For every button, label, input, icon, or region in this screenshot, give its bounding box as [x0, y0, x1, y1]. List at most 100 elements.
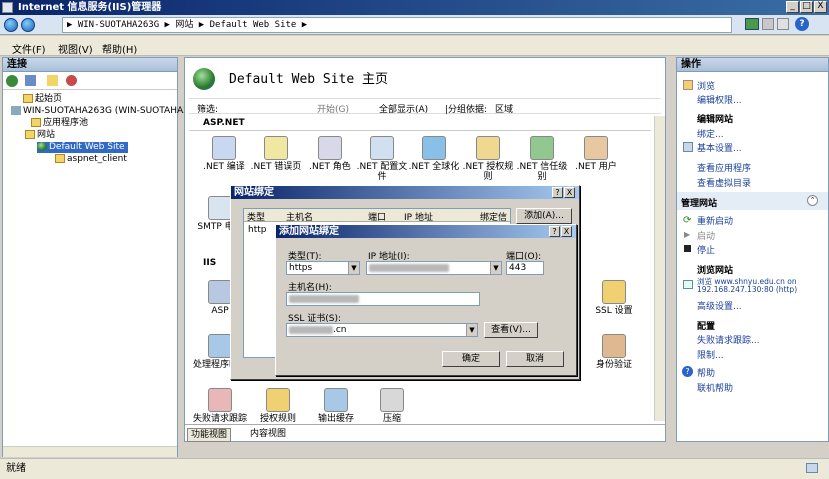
feature-row1-item[interactable]: .NET 角色	[303, 136, 357, 172]
feature-row3-item[interactable]: 输出缓存	[309, 388, 363, 424]
add-binding-button[interactable]: 添加(A)...	[516, 208, 572, 224]
tab-features-view[interactable]: 功能视图	[187, 428, 232, 442]
back-icon[interactable]	[4, 18, 18, 32]
feature-icon	[380, 388, 404, 412]
action-view-applications[interactable]: 查看应用程序	[697, 161, 751, 174]
action-browse-link-2[interactable]: 192.168.247.130:80 (http)	[697, 285, 797, 294]
type-select[interactable]: https ▼	[286, 261, 360, 275]
feature-row3-item[interactable]: 压缩	[365, 388, 419, 424]
col-port: 端口	[368, 213, 387, 223]
save-icon[interactable]	[25, 75, 36, 86]
forward-icon[interactable]	[21, 18, 35, 32]
bindings-header: 类型 主机名 端口 IP 地址 绑定信	[244, 209, 510, 223]
connect-icon[interactable]	[6, 75, 18, 87]
filter-start-button[interactable]: 开始(G)	[317, 102, 349, 115]
action-basic-settings[interactable]: 基本设置...	[697, 141, 742, 154]
feature-row3-item[interactable]: 授权规则	[251, 388, 305, 424]
bindings-help-button[interactable]: ?	[552, 187, 563, 198]
action-view-virtual-dirs[interactable]: 查看虚拟目录	[697, 176, 751, 189]
action-advanced-settings[interactable]: 高级设置...	[697, 299, 742, 312]
tree-label: 应用程序池	[43, 118, 89, 128]
action-edit-permissions[interactable]: 编辑权限...	[697, 93, 742, 106]
menu-file[interactable]: 文件(F)	[12, 41, 46, 56]
ssl-cert-select[interactable]: .cn ▼	[286, 323, 478, 337]
col-binding: 绑定信	[480, 213, 508, 223]
help-icon[interactable]: ?	[795, 17, 809, 31]
add-help-button[interactable]: ?	[549, 226, 560, 237]
home-icon[interactable]	[777, 18, 789, 30]
delete-connection-icon[interactable]	[66, 75, 77, 86]
feature-row3-item[interactable]: 失败请求跟踪	[193, 388, 247, 424]
redacted-host	[289, 294, 359, 303]
action-bindings[interactable]: 绑定...	[697, 127, 724, 140]
close-button[interactable]: X	[814, 1, 827, 13]
tree-default-web-site[interactable]: Default Web Site	[37, 142, 128, 153]
menu-help[interactable]: 帮助(H)	[102, 41, 137, 56]
tree-sites[interactable]: 网站	[25, 130, 55, 141]
stop-icon	[684, 245, 691, 252]
action-failed-request-tracing[interactable]: 失败请求跟踪...	[697, 333, 760, 346]
tree-app-pools[interactable]: 应用程序池	[31, 118, 88, 129]
feature-row1-item[interactable]: .NET 授权规则	[461, 136, 515, 182]
refresh-icon[interactable]	[745, 18, 759, 30]
view-cert-button[interactable]: 查看(V)...	[484, 322, 538, 338]
horizontal-scrollbar[interactable]	[3, 446, 177, 457]
feature-row1-item[interactable]: .NET 用户	[569, 136, 623, 172]
chevron-down-icon: ▼	[490, 262, 501, 274]
feature-authentication[interactable]: 身份验证	[587, 334, 641, 370]
action-help[interactable]: 帮助	[697, 366, 715, 379]
ok-button[interactable]: 确定	[442, 351, 500, 367]
feature-row1-item[interactable]: .NET 编译	[197, 136, 251, 172]
tab-content-view[interactable]: 内容视图	[247, 428, 289, 442]
feature-label: .NET 编译	[203, 162, 245, 172]
stop-icon[interactable]	[762, 18, 774, 30]
col-type: 类型	[247, 213, 266, 223]
action-browse[interactable]: 浏览	[697, 79, 715, 92]
minimize-button[interactable]: _	[786, 1, 799, 13]
host-input[interactable]	[286, 292, 480, 306]
vertical-scrollbar[interactable]	[654, 116, 665, 421]
action-start[interactable]: 启动	[697, 229, 715, 242]
section-iis: IIS	[203, 258, 217, 268]
add-close-button[interactable]: X	[561, 226, 572, 237]
ip-select[interactable]: ▼	[366, 261, 502, 275]
maximize-button[interactable]: □	[800, 1, 813, 13]
manage-site-header[interactable]: 管理网站 ⌃	[677, 192, 828, 210]
filter-label: 筛选:	[197, 105, 219, 115]
action-online-help[interactable]: 联机帮助	[697, 381, 733, 394]
group-by-label: |分组依据:	[445, 105, 488, 115]
port-input[interactable]: 443	[506, 261, 544, 275]
tree-start-page[interactable]: 起始页	[23, 94, 62, 105]
action-limits[interactable]: 限制...	[697, 348, 724, 361]
collapse-icon[interactable]: ⌃	[807, 195, 818, 206]
connections-toolbar	[3, 72, 177, 90]
actions-panel: 操作 浏览 编辑权限... 编辑网站 绑定... 基本设置... 查看应用程序 …	[676, 57, 829, 442]
action-stop[interactable]: 停止	[697, 243, 715, 256]
ssl-suffix: .cn	[333, 325, 347, 335]
show-all-button[interactable]: 全部显示(A)	[379, 102, 428, 115]
feature-label: ASP	[211, 306, 229, 316]
tab-label: 功能视图	[191, 430, 228, 440]
group-by-select[interactable]: 区域	[495, 102, 513, 115]
up-icon[interactable]	[47, 75, 58, 86]
feature-icon	[370, 136, 394, 160]
group-edit-site: 编辑网站	[697, 115, 734, 125]
section-aspnet: ASP.NET	[203, 118, 245, 128]
menu-view[interactable]: 视图(V)	[58, 41, 93, 56]
cancel-button[interactable]: 取消	[506, 351, 564, 367]
feature-ssl[interactable]: SSL 设置	[587, 280, 641, 316]
tree-server[interactable]: WIN-SUOTAHA263G (WIN-SUOTAHA263G	[11, 106, 207, 117]
filter-input[interactable]	[229, 100, 309, 113]
settings-icon	[683, 142, 693, 152]
tree-aspnet-client[interactable]: aspnet_client	[55, 154, 127, 165]
table-row[interactable]: http	[248, 225, 266, 235]
feature-row1-item[interactable]: .NET 全球化	[407, 136, 461, 172]
tree-label: aspnet_client	[67, 154, 127, 164]
feature-row1-item[interactable]: .NET 信任级别	[515, 136, 569, 182]
bindings-close-button[interactable]: X	[564, 187, 575, 198]
feature-row1-item[interactable]: .NET 错误页	[249, 136, 303, 172]
action-restart[interactable]: 重新启动	[697, 214, 733, 227]
feature-label: .NET 角色	[309, 162, 351, 172]
feature-row1-item[interactable]: .NET 配置文件	[355, 136, 409, 182]
breadcrumb[interactable]: ▶ WIN-SUOTAHA263G ▶ 网站 ▶ Default Web Sit…	[62, 17, 732, 33]
